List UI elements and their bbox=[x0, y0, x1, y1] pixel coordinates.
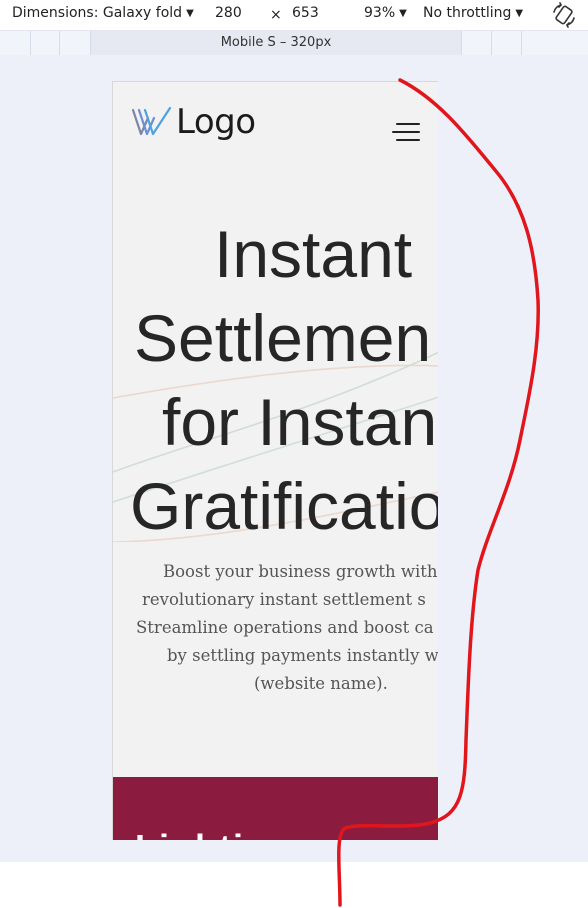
hero-description-line: Streamline operations and boost ca bbox=[136, 618, 434, 637]
next-section-heading: Lighti bbox=[135, 827, 245, 840]
media-query-segment[interactable] bbox=[522, 31, 588, 55]
height-input[interactable]: 653 bbox=[292, 5, 319, 21]
logo-mark-icon bbox=[132, 106, 172, 136]
hero-description-line: (website name). bbox=[254, 674, 388, 693]
hamburger-menu-icon[interactable] bbox=[392, 122, 422, 142]
hero-description-line: by settling payments instantly w bbox=[167, 646, 438, 665]
width-input[interactable]: 280 bbox=[215, 5, 242, 21]
hero-description-line: revolutionary instant settlement s bbox=[142, 590, 426, 609]
rotate-device-icon[interactable] bbox=[551, 2, 577, 28]
caret-down-icon: ▼ bbox=[399, 8, 407, 19]
zoom-dropdown[interactable]: 93% ▼ bbox=[364, 5, 407, 21]
hero-title-line: Instant bbox=[214, 217, 413, 291]
device-viewport: Logo Instant Settlemen for Instan Gratif… bbox=[112, 81, 438, 840]
media-query-segment[interactable] bbox=[31, 31, 60, 55]
hero-title: Instant Settlemen for Instan Gratificati… bbox=[113, 212, 438, 548]
media-query-mobile-s[interactable]: Mobile S – 320px bbox=[91, 31, 461, 55]
caret-down-icon: ▼ bbox=[186, 8, 194, 19]
throttling-label: No throttling bbox=[423, 5, 512, 21]
page-bottom-area bbox=[0, 862, 588, 908]
logo-text: Logo bbox=[176, 102, 256, 142]
dimensions-label: Dimensions: Galaxy fold bbox=[12, 5, 183, 21]
media-query-segment[interactable] bbox=[60, 31, 91, 55]
media-query-segment[interactable] bbox=[492, 31, 522, 55]
zoom-label: 93% bbox=[364, 5, 396, 21]
caret-down-icon: ▼ bbox=[515, 8, 524, 19]
throttling-dropdown[interactable]: No throttling ▼ bbox=[423, 5, 523, 21]
times-icon: × bbox=[270, 7, 282, 23]
device-toolbar: Dimensions: Galaxy fold ▼ 280 × 653 93% ▼ … bbox=[0, 0, 588, 31]
hero-description-line: Boost your business growth with bbox=[163, 562, 438, 581]
media-query-segment[interactable] bbox=[461, 31, 492, 55]
hero-description: Boost your business growth with revoluti… bbox=[113, 558, 438, 698]
hero-title-line: Settlemen bbox=[134, 301, 432, 375]
site-logo[interactable]: Logo bbox=[132, 102, 256, 142]
hero-title-line: for Instan bbox=[162, 385, 438, 459]
media-query-bar: Mobile S – 320px bbox=[0, 31, 588, 56]
media-query-segment[interactable] bbox=[0, 31, 31, 55]
next-section-band: Lighti bbox=[113, 777, 438, 840]
dimensions-dropdown[interactable]: Dimensions: Galaxy fold ▼ bbox=[12, 5, 194, 21]
hero-title-line: Gratificatio bbox=[130, 469, 438, 543]
media-query-label: Mobile S – 320px bbox=[220, 35, 332, 50]
